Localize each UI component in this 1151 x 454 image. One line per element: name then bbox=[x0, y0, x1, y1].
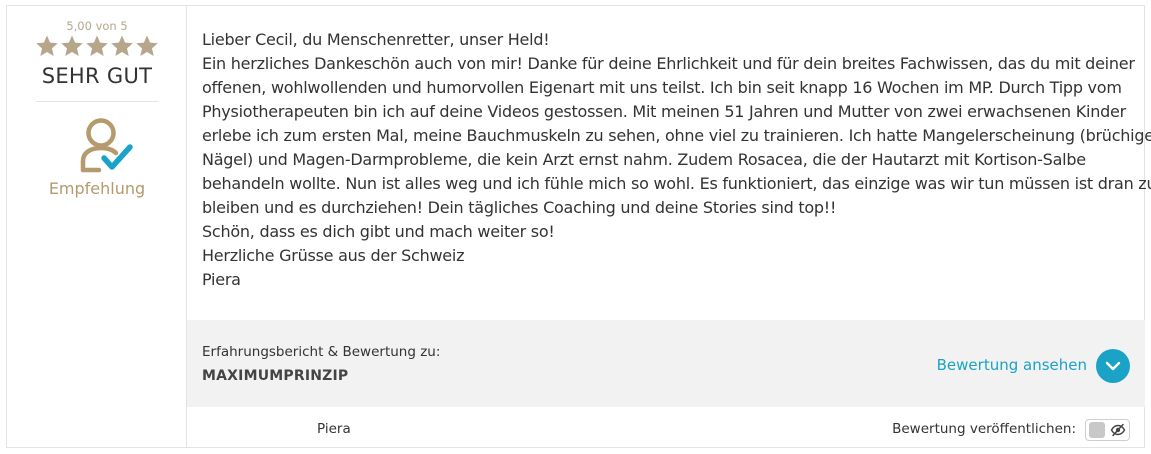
view-review-link[interactable]: Bewertung ansehen bbox=[937, 356, 1087, 374]
star-icon bbox=[136, 35, 158, 56]
review-card: 5,00 von 5 SEHR GUT Empfehlung Lieber Ce… bbox=[6, 5, 1151, 448]
review-line: behandeln wollte. Nun ist alles weg und … bbox=[202, 174, 1151, 193]
review-line: Herzliche Grüsse aus der Schweiz bbox=[202, 246, 465, 265]
publish-toggle[interactable] bbox=[1085, 419, 1130, 441]
publish-label: Bewertung veröffentlichen: bbox=[892, 421, 1076, 437]
review-text: Lieber Cecil, du Menschenretter, unser H… bbox=[202, 28, 1151, 292]
chevron-down-icon bbox=[1105, 361, 1121, 371]
product-name: MAXIMUMPRINZIP bbox=[202, 368, 349, 384]
review-line: offenen, wohlwollenden und humorvollen E… bbox=[202, 78, 1122, 97]
rating-column: 5,00 von 5 SEHR GUT Empfehlung bbox=[7, 6, 187, 447]
star-icon bbox=[36, 35, 58, 56]
star-icon bbox=[111, 35, 133, 56]
user-check-icon bbox=[80, 118, 133, 173]
recommendation-label: Empfehlung bbox=[48, 179, 146, 198]
rating-label: SEHR GUT bbox=[41, 64, 153, 88]
author-name: Piera bbox=[317, 421, 351, 437]
divider bbox=[36, 101, 158, 102]
review-line: Ein herzliches Dankeschön auch von mir! … bbox=[202, 54, 1135, 73]
experience-label: Erfahrungsbericht & Bewertung zu: bbox=[202, 344, 441, 360]
star-icon bbox=[86, 35, 108, 56]
view-review-button[interactable] bbox=[1096, 349, 1130, 383]
review-line: erlebe ich zum ersten Mal, meine Bauchmu… bbox=[202, 126, 1151, 145]
footer-row: Piera Bewertung veröffentlichen: bbox=[187, 407, 1145, 447]
review-line: Physiotherapeuten bin ich auf deine Vide… bbox=[202, 102, 1126, 121]
toggle-knob bbox=[1089, 422, 1105, 438]
review-line: Nägel) und Magen-Darmprobleme, die kein … bbox=[202, 150, 1086, 169]
review-line: bleiben und es durchziehen! Dein täglich… bbox=[202, 198, 837, 217]
review-line: Schön, dass es dich gibt und mach weiter… bbox=[202, 222, 555, 241]
eye-slash-icon bbox=[1110, 423, 1126, 437]
star-icon bbox=[61, 35, 83, 56]
star-rating bbox=[7, 34, 187, 58]
review-line: Piera bbox=[202, 270, 241, 289]
review-line: Lieber Cecil, du Menschenretter, unser H… bbox=[202, 30, 550, 49]
rating-score: 5,00 von 5 bbox=[66, 19, 128, 33]
product-box: Erfahrungsbericht & Bewertung zu: MAXIMU… bbox=[187, 320, 1145, 407]
